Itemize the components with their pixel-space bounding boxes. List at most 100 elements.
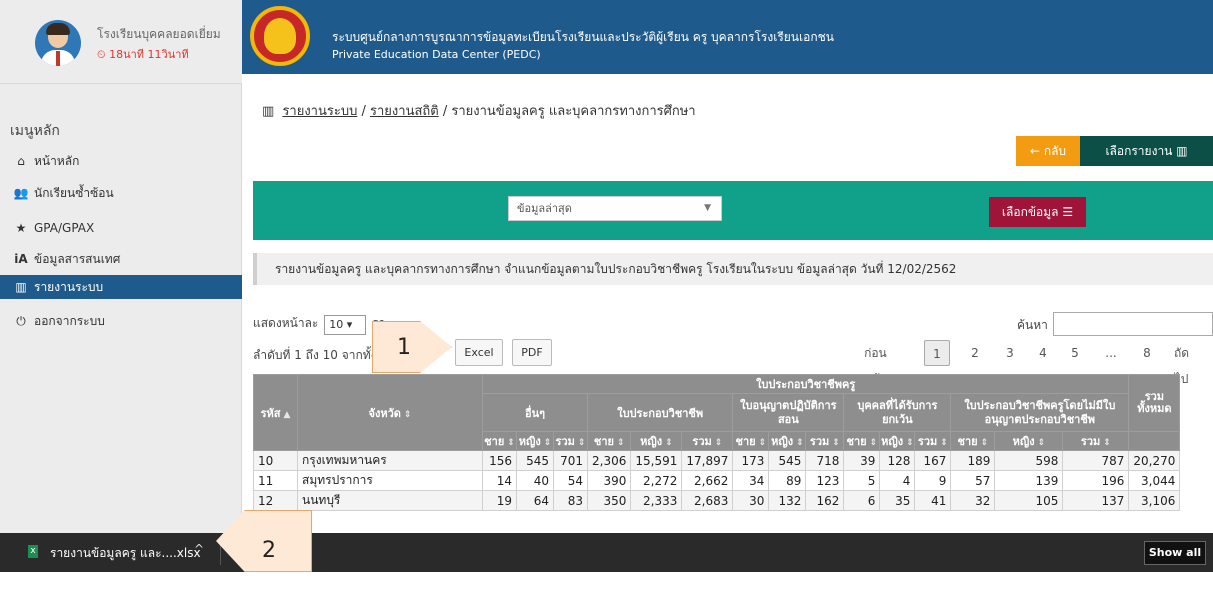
page-length-prefix: แสดงหน้าละ	[253, 316, 319, 330]
breadcrumb-separator: /	[361, 104, 366, 119]
subcol-male[interactable]: ชาย ⇕	[843, 431, 881, 451]
header-subtitle: Private Education Data Center (PEDC)	[332, 48, 541, 61]
header-title: ระบบศูนย์กลางการบูรณาการข้อมูลทะเบียนโรง…	[332, 30, 834, 44]
breadcrumb-separator: /	[442, 104, 448, 119]
pdf-export-button[interactable]: PDF	[512, 339, 552, 366]
choose-data-label: เลือกข้อมูล	[1001, 205, 1059, 219]
pagination-prev[interactable]: ก่อนหน้า	[864, 340, 887, 386]
subcol-female[interactable]: หญิง ⇕	[516, 431, 554, 451]
pagination-page-last[interactable]: 8	[1140, 340, 1154, 366]
choose-report-button[interactable]: เลือกรายงาน ▥	[1080, 136, 1213, 166]
sort-icon: ▲	[283, 409, 291, 420]
subcol-male[interactable]: ชาย ⇕	[482, 431, 517, 451]
sidebar-item-reports[interactable]: ▥ รายงานระบบ	[0, 275, 242, 299]
choose-data-button[interactable]: เลือกข้อมูล ☰	[989, 197, 1086, 227]
subcol-male[interactable]: ชาย ⇕	[732, 431, 770, 451]
subcol-male[interactable]: ชาย ⇕	[586, 431, 632, 451]
search-label: ค้นหา	[1017, 318, 1048, 332]
choose-report-label: เลือกรายงาน	[1105, 144, 1173, 158]
subcol-total[interactable]: รวม ⇕	[681, 431, 734, 451]
subcol-female[interactable]: หญิง ⇕	[768, 431, 807, 451]
user-name: โรงเรียนบุคคลยอดเยี่ยม	[97, 27, 221, 41]
download-file-name[interactable]: รายงานข้อมูลครู และ....xlsx	[50, 544, 201, 563]
col-header-code[interactable]: รหัส ▲	[253, 374, 298, 451]
show-all-button[interactable]: Show all	[1144, 541, 1206, 565]
table-row: 12 นนทบุรี 19 64 83 350 2,333 2,683 30 132 162 …	[253, 490, 1181, 511]
sidebar-item-gpa[interactable]: ★ GPA/GPAX	[0, 216, 242, 240]
report-description: รายงานข้อมูลครู และบุคลากรทางการศึกษา จำ…	[253, 253, 1213, 285]
power-icon: ⏻	[16, 314, 26, 328]
pagination-page-2[interactable]: 2	[968, 340, 982, 366]
bar-chart-icon: ▥	[1172, 144, 1188, 158]
bar-chart-icon: ▥	[15, 280, 27, 294]
subcol-female[interactable]: หญิง ⇕	[630, 431, 683, 451]
avatar	[35, 20, 81, 66]
sidebar-item-label: นักเรียนซ้ำซ้อน	[34, 186, 114, 200]
subcol-female[interactable]: หญิง ⇕	[994, 431, 1064, 451]
callout-step-1: 1	[372, 321, 452, 373]
breadcrumb: ▥ รายงานระบบ / รายงานสถิติ / รายงานข้อมู…	[262, 100, 696, 121]
table-info: ลำดับที่ 1 ถึง 10 จากทั้งห	[253, 348, 385, 362]
group-header-teaching-permit: ใบอนุญาตปฏิบัติการสอน	[732, 393, 845, 432]
arrow-left-icon: ←	[1029, 144, 1044, 158]
subcol-total[interactable]: รวม ⇕	[1062, 431, 1130, 451]
group-header-license: ใบประกอบวิชาชีพครู	[481, 374, 1130, 394]
table-row: 11 สมุทรปราการ 14 40 54 390 2,272 2,662 34 89 1…	[253, 470, 1181, 491]
sidebar-item-home[interactable]: ⌂ หน้าหลัก	[0, 149, 242, 173]
pagination-ellipsis: ...	[1105, 346, 1117, 360]
group-header-exempted: บุคคลที่ได้รับการยกเว้น	[843, 393, 952, 432]
search-input[interactable]	[1053, 312, 1213, 336]
top-header: ระบบศูนย์กลางการบูรณาการข้อมูลทะเบียนโรง…	[242, 0, 1213, 74]
bar-chart-icon: ▥	[262, 104, 275, 119]
menu-title: เมนูหลัก	[10, 123, 60, 139]
clock-icon: ⏲	[97, 48, 110, 61]
group-header-other: อื่นๆ	[482, 393, 588, 432]
sidebar-item-info[interactable]: iA ข้อมูลสารสนเทศ	[0, 247, 242, 271]
sidebar-item-duplicate-students[interactable]: 👥 นักเรียนซ้ำซ้อน	[0, 181, 242, 205]
sidebar-item-label: ออกจากระบบ	[34, 314, 105, 328]
excel-file-icon: x	[28, 545, 38, 558]
pedc-logo	[250, 6, 310, 66]
pagination-next[interactable]: ถัดไป	[1174, 340, 1189, 386]
pagination-page-4[interactable]: 4	[1036, 340, 1050, 366]
pagination-page-1[interactable]: 1	[924, 340, 950, 366]
sort-icon: ⇕	[403, 409, 412, 420]
database-icon: ☰	[1058, 205, 1074, 219]
table-row: 10 กรุงเทพมหานคร 156 545 701 2,306 15,591 17,…	[253, 450, 1181, 471]
pagination-page-3[interactable]: 3	[1003, 340, 1017, 366]
data-select[interactable]: ข้อมูลล่าสุด ▼	[508, 196, 722, 221]
users-icon: 👥	[13, 186, 29, 200]
pagination-page-5[interactable]: 5	[1068, 340, 1082, 366]
group-header-no-permit: ใบประกอบวิชาชีพครูโดยไม่มีใบอนุญาตประกอบ…	[950, 393, 1130, 432]
chevron-up-icon[interactable]: ^	[194, 542, 204, 556]
chevron-down-icon: ▼	[704, 203, 711, 213]
subcol-total[interactable]: รวม ⇕	[914, 431, 952, 451]
breadcrumb-current: รายงานข้อมูลครู และบุคลากรทางการศึกษา	[451, 104, 696, 119]
col-header-grand-total[interactable]: รวมทั้งหมด	[1128, 374, 1181, 432]
excel-export-button[interactable]: Excel	[455, 339, 503, 366]
sidebar-item-label: รายงานระบบ	[34, 280, 104, 294]
sidebar-item-label: ข้อมูลสารสนเทศ	[34, 252, 121, 266]
info-icon: iA	[14, 252, 28, 266]
subcol-male[interactable]: ชาย ⇕	[950, 431, 996, 451]
star-icon: ★	[15, 221, 27, 235]
page-length-value: 10	[329, 318, 344, 331]
subcol-blank	[1128, 431, 1181, 451]
breadcrumb-link-statistics[interactable]: รายงานสถิติ	[370, 104, 439, 119]
back-button-label: กลับ	[1043, 144, 1067, 158]
back-button[interactable]: ← กลับ	[1016, 136, 1080, 166]
session-timer-text: 18นาที 11วินาที	[109, 48, 189, 61]
subcol-total[interactable]: รวม ⇕	[805, 431, 845, 451]
report-table: รหัส ▲ จังหวัด ⇕ ใบประกอบวิชาชีพครู รวมทั้…	[253, 374, 1181, 511]
subcol-female[interactable]: หญิง ⇕	[879, 431, 916, 451]
breadcrumb-link-reports[interactable]: รายงานระบบ	[282, 104, 357, 119]
page-length-control: แสดงหน้าละ 10 ▾ รา	[253, 314, 385, 335]
subcol-total[interactable]: รวม ⇕	[553, 431, 588, 451]
col-header-province[interactable]: จังหวัด ⇕	[297, 374, 483, 451]
page-length-select[interactable]: 10 ▾	[324, 315, 367, 335]
data-select-value: ข้อมูลล่าสุด	[517, 202, 572, 215]
sidebar-item-logout[interactable]: ⏻ ออกจากระบบ	[0, 309, 242, 333]
sidebar: โรงเรียนบุคคลยอดเยี่ยม ⏲ 18นาที 11วินาที…	[0, 0, 242, 533]
sidebar-item-label: หน้าหลัก	[34, 154, 80, 168]
session-timer: ⏲ 18นาที 11วินาที	[97, 45, 189, 63]
